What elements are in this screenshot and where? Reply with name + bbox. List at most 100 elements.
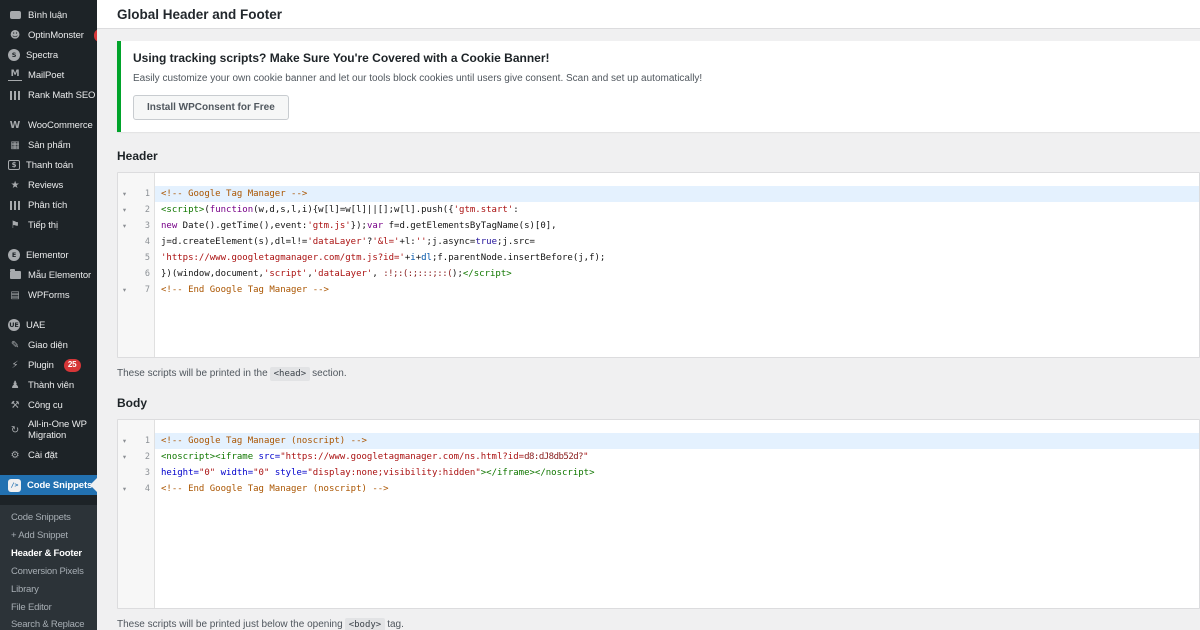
body-tag-code: <body> [345, 618, 386, 630]
fold-arrow-icon[interactable]: ▾ [118, 282, 131, 298]
fold-arrow-icon[interactable]: ▾ [118, 218, 131, 234]
gutter-cell: 4 [118, 234, 155, 250]
code-text[interactable]: <script>(function(w,d,s,l,i){w[l]=w[l]||… [155, 202, 1199, 218]
users-icon: ♟ [8, 379, 22, 392]
fold-arrow-icon[interactable]: ▾ [118, 186, 131, 202]
code-line[interactable]: 5'https://www.googletagmanager.com/gtm.j… [118, 250, 1199, 266]
uae-icon: UE [8, 319, 20, 331]
code-line[interactable]: 3height="0" width="0" style="display:non… [118, 465, 1199, 481]
sidebar-item-uae[interactable]: UEUAE [0, 315, 97, 335]
products-icon: ▦ [8, 139, 22, 152]
code-text[interactable]: <!-- Google Tag Manager (noscript) --> [155, 433, 1199, 449]
submenu-item-add-snippet[interactable]: + Add Snippet [0, 527, 97, 545]
fold-arrow-icon[interactable]: ▾ [118, 202, 131, 218]
sidebar-item-label: Elementor [26, 249, 68, 262]
code-line[interactable]: 4j=d.createElement(s),dl=l!='dataLayer'?… [118, 234, 1199, 250]
sidebar-item-elementor[interactable]: EElementor [0, 245, 97, 265]
line-number: 1 [131, 433, 155, 449]
sidebar-item-spectra[interactable]: SSpectra [0, 45, 97, 65]
line-number: 6 [131, 266, 155, 282]
content-area: Using tracking scripts? Make Sure You're… [97, 29, 1200, 630]
code-line[interactable]: ▾1<!-- Google Tag Manager (noscript) --> [118, 433, 1199, 449]
code-text[interactable]: <!-- End Google Tag Manager --> [155, 282, 1199, 298]
code-line[interactable]: ▾4<!-- End Google Tag Manager (noscript)… [118, 481, 1199, 497]
notice-heading: Using tracking scripts? Make Sure You're… [133, 51, 1188, 65]
submenu-item-library[interactable]: Library [0, 581, 97, 599]
sidebar-item-migration[interactable]: ↻All-in-One WP Migration [0, 415, 97, 445]
code-line[interactable]: ▾2<script>(function(w,d,s,l,i){w[l]=w[l]… [118, 202, 1199, 218]
line-number: 4 [131, 234, 155, 250]
sidebar-item-label: Thanh toán [26, 159, 73, 172]
line-number: 2 [131, 449, 155, 465]
sidebar-item-plugins[interactable]: ⚡Plugin25 [0, 355, 97, 375]
code-line[interactable]: 6})(window,document,'script','dataLayer'… [118, 266, 1199, 282]
fold-spacer [118, 465, 131, 481]
sidebar-item-appearance[interactable]: ✎Giao diện [0, 335, 97, 355]
sidebar-item-comment[interactable]: Bình luận [0, 5, 97, 25]
sidebar-item-reviews[interactable]: ★Reviews [0, 175, 97, 195]
fold-arrow-icon[interactable]: ▾ [118, 433, 131, 449]
code-text[interactable]: <!-- Google Tag Manager --> [155, 186, 1199, 202]
gutter-cell: ▾7 [118, 282, 155, 298]
fold-arrow-icon[interactable]: ▾ [118, 449, 131, 465]
code-text[interactable]: height="0" width="0" style="display:none… [155, 465, 1199, 481]
sidebar-item-mailpoet[interactable]: M MailPoet [0, 65, 97, 85]
code-snippets-submenu: Code Snippets+ Add SnippetHeader & Foote… [0, 505, 97, 630]
sidebar-menu-group: UEUAE✎Giao diện⚡Plugin25♟Thành viên⚒Công… [0, 315, 97, 465]
code-line[interactable]: ▾7<!-- End Google Tag Manager --> [118, 282, 1199, 298]
sidebar-item-folder[interactable]: Mẫu Elementor [0, 265, 97, 285]
sidebar-item-payments[interactable]: $Thanh toán [0, 155, 97, 175]
settings-icon: ⚙ [8, 449, 22, 462]
gutter-cell: ▾2 [118, 449, 155, 465]
code-text[interactable]: new Date().getTime(),event:'gtm.js'});va… [155, 218, 1199, 234]
sidebar-item-wpforms[interactable]: ▤WPForms [0, 285, 97, 305]
gutter-cell: 5 [118, 250, 155, 266]
sidebar-menu-group: Bình luận☻OptinMonster2SSpectra M MailPoet… [0, 5, 97, 105]
submenu-item-file-editor[interactable]: File Editor [0, 598, 97, 616]
sidebar-item-label: Reviews [28, 179, 63, 192]
code-line[interactable]: ▾1<!-- Google Tag Manager --> [118, 186, 1199, 202]
body-code-editor[interactable]: ▾1<!-- Google Tag Manager (noscript) -->… [117, 419, 1200, 609]
sidebar-item-products[interactable]: ▦Sản phẩm [0, 135, 97, 155]
code-line[interactable]: ▾3new Date().getTime(),event:'gtm.js'});… [118, 218, 1199, 234]
note-text: section. [312, 368, 346, 379]
code-text[interactable]: j=d.createElement(s),dl=l!='dataLayer'?'… [155, 234, 1199, 250]
comment-icon [8, 9, 22, 22]
sidebar-item-label: Rank Math SEO [28, 89, 95, 102]
code-text[interactable]: })(window,document,'script','dataLayer',… [155, 266, 1199, 282]
submenu-item-header-footer[interactable]: Header & Footer [0, 545, 97, 563]
header-code-editor[interactable]: ▾1<!-- Google Tag Manager -->▾2<script>(… [117, 172, 1200, 358]
mailpoet-icon: M [8, 70, 22, 81]
sidebar-item-label: Mẫu Elementor [28, 269, 91, 282]
sidebar-item-analytics[interactable]: Phân tích [0, 195, 97, 215]
sidebar-item-label: MailPoet [28, 69, 64, 82]
header-section-note: These scripts will be printed in the<hea… [117, 368, 1200, 379]
code-line[interactable]: ▾2<noscript><iframe src="https://www.goo… [118, 449, 1199, 465]
sidebar-menu-group: EElementor Mẫu Elementor ▤WPForms [0, 245, 97, 305]
sidebar-item-marketing[interactable]: ⚑Tiếp thị [0, 215, 97, 235]
header-section-heading: Header [117, 149, 1200, 163]
line-number: 2 [131, 202, 155, 218]
sidebar-item-label: WPForms [28, 289, 70, 302]
gutter-cell: ▾4 [118, 481, 155, 497]
sidebar-item-optinmonster[interactable]: ☻OptinMonster2 [0, 25, 97, 45]
sidebar-item-users[interactable]: ♟Thành viên [0, 375, 97, 395]
submenu-item-conversion-pixels[interactable]: Conversion Pixels [0, 563, 97, 581]
note-text: These scripts will be printed in the [117, 368, 268, 379]
fold-arrow-icon[interactable]: ▾ [118, 481, 131, 497]
submenu-item-search-replace[interactable]: Search & Replace [0, 616, 97, 630]
sidebar-item-rank-math[interactable]: Rank Math SEO [0, 85, 97, 105]
gutter-cell: ▾1 [118, 186, 155, 202]
install-wpconsent-button[interactable]: Install WPConsent for Free [133, 95, 289, 120]
line-number: 1 [131, 186, 155, 202]
sidebar-item-settings[interactable]: ⚙Cài đặt [0, 445, 97, 465]
code-text[interactable]: 'https://www.googletagmanager.com/gtm.js… [155, 250, 1199, 266]
sidebar-item-label: WooCommerce [28, 119, 93, 132]
submenu-item-code-snippets[interactable]: Code Snippets [0, 509, 97, 527]
sidebar-item-woocommerce[interactable]: WWooCommerce [0, 115, 97, 135]
sidebar-item-code-snippets[interactable]: />Code Snippets [0, 475, 97, 495]
code-text[interactable]: <noscript><iframe src="https://www.googl… [155, 449, 1199, 465]
code-text[interactable]: <!-- End Google Tag Manager (noscript) -… [155, 481, 1199, 497]
body-section-heading: Body [117, 396, 1200, 410]
sidebar-item-tools[interactable]: ⚒Công cụ [0, 395, 97, 415]
